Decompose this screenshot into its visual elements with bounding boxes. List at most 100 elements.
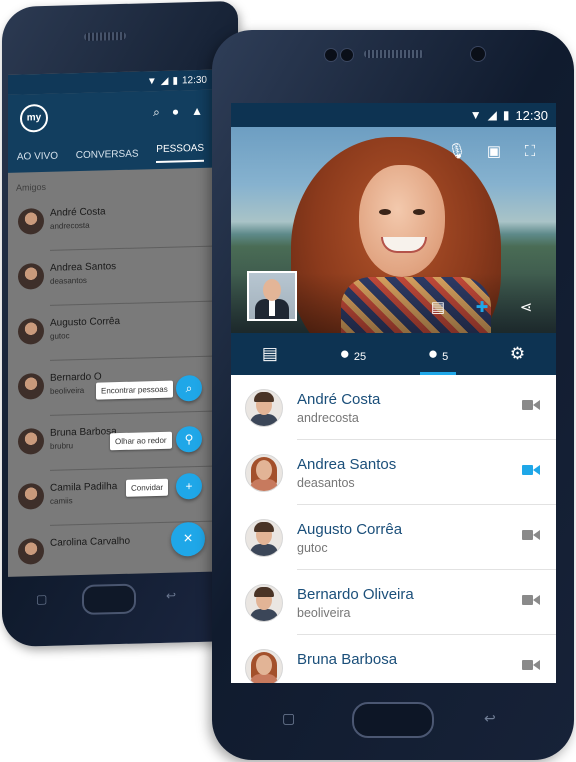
contact-name: Bruna Barbosa	[50, 426, 117, 439]
contact-username: beoliveira	[297, 606, 351, 620]
invite-label[interactable]: Convidar	[126, 478, 169, 497]
contact-username: camiis	[50, 496, 73, 506]
contact-username: deasantos	[297, 476, 355, 490]
video-call-icon[interactable]	[522, 529, 540, 541]
contact-username: gutoc	[50, 331, 70, 341]
contact-username: beoliveira	[50, 385, 85, 396]
back-icon[interactable]: ↩	[484, 710, 496, 727]
battery-icon: ▮	[172, 74, 178, 87]
list-item[interactable]: Augusto Corrêa gutoc	[8, 302, 213, 362]
bell-icon[interactable]: ▲	[191, 104, 203, 119]
wifi-icon: ▼	[469, 108, 482, 122]
avatar	[245, 454, 283, 492]
search-icon[interactable]: ⌕	[153, 105, 160, 120]
chat-icon[interactable]: ▤	[427, 297, 449, 319]
gear-icon: ⚙	[509, 344, 526, 363]
tab-friends[interactable]: ● 25	[332, 333, 375, 375]
home-button[interactable]	[352, 702, 434, 738]
microphone-icon[interactable]: 🎙︎	[446, 141, 468, 163]
contact-name: Andrea Santos	[297, 456, 397, 473]
table-row[interactable]: Bernardo Oliveira beoliveira	[231, 570, 556, 635]
signal-icon: ◢	[487, 108, 497, 122]
online-count: 5	[442, 351, 449, 363]
tab-settings[interactable]: ⚙	[502, 333, 533, 375]
tab-conversations[interactable]: ▤	[254, 333, 286, 375]
avatar	[245, 649, 283, 683]
conversations-icon: ▤	[261, 344, 278, 363]
table-row[interactable]: André Costa andrecosta	[231, 375, 556, 440]
list-item[interactable]: André Costa andrecosta	[8, 192, 213, 252]
tab-bar: AO VIVO CONVERSAS PESSOAS	[8, 136, 213, 173]
sensor	[324, 48, 338, 62]
contact-username: andrecosta	[50, 220, 90, 231]
friends-count: 25	[353, 351, 367, 363]
avatar	[18, 427, 44, 455]
avatar	[18, 207, 44, 235]
contact-username: brubru	[50, 441, 74, 451]
sensor	[340, 48, 354, 62]
friends-icon: ●	[339, 344, 350, 363]
contact-username: andrecosta	[297, 411, 359, 425]
status-time: 12:30	[515, 107, 548, 123]
video-call-icon[interactable]	[522, 594, 540, 606]
contact-name: Augusto Corrêa	[50, 315, 121, 329]
table-row[interactable]: Bruna Barbosa	[231, 635, 556, 683]
video-call-icon[interactable]	[522, 464, 540, 476]
list-item[interactable]: Andrea Santos deasantos	[8, 247, 213, 307]
recent-apps-icon[interactable]: ▢	[282, 710, 295, 727]
avatar	[18, 537, 44, 565]
avatar	[245, 389, 283, 427]
speaker-grill	[364, 50, 424, 58]
avatar	[245, 519, 283, 557]
avatar	[18, 372, 44, 400]
signal-icon: ◢	[160, 75, 169, 87]
front-camera	[470, 46, 486, 62]
video-call-icon[interactable]	[522, 399, 540, 411]
speaker-grill	[84, 31, 126, 41]
contact-name: Bernardo O	[50, 371, 102, 384]
video-call-icon[interactable]	[522, 659, 540, 671]
back-icon[interactable]: ↩	[166, 589, 176, 603]
wifi-icon: ▼	[146, 75, 157, 87]
self-view-thumbnail[interactable]	[247, 271, 297, 321]
switch-camera-icon[interactable]: ▣	[483, 141, 505, 163]
fullscreen-icon[interactable]: ⛶	[519, 141, 541, 163]
front-phone: ▼ ◢ ▮ 12:30 🎙︎ ▣ ⛶ ▤ ✚ ⋖ ▤ ● 25 ● 5 ⚙ An…	[212, 30, 574, 760]
people-toolbar: ▤ ● 25 ● 5 ⚙	[231, 333, 556, 375]
tab-conversas[interactable]: CONVERSAS	[76, 148, 139, 161]
table-row[interactable]: Andrea Santos deasantos	[231, 440, 556, 505]
avatar	[18, 262, 44, 290]
contact-name: Bruna Barbosa	[297, 651, 398, 668]
online-people-icon: ●	[427, 344, 439, 363]
contact-name: Carolina Carvalho	[50, 535, 131, 549]
avatar	[18, 482, 44, 510]
find-people-label[interactable]: Encontrar pessoas	[96, 380, 173, 400]
table-row[interactable]: Augusto Corrêa gutoc	[231, 505, 556, 570]
contact-name: Camila Padilha	[50, 481, 118, 494]
tab-ao-vivo[interactable]: AO VIVO	[17, 150, 58, 162]
share-icon[interactable]: ⋖	[515, 297, 537, 319]
battery-icon: ▮	[502, 108, 510, 122]
contact-username: deasantos	[50, 275, 87, 286]
front-phone-screen: ▼ ◢ ▮ 12:30 🎙︎ ▣ ⛶ ▤ ✚ ⋖ ▤ ● 25 ● 5 ⚙ An…	[231, 103, 556, 683]
add-contact-icon[interactable]: ✚	[471, 297, 493, 319]
home-button[interactable]	[82, 583, 136, 615]
look-around-label[interactable]: Olhar ao redor	[110, 431, 172, 451]
status-bar: ▼ ◢ ▮ 12:30	[231, 103, 556, 127]
contact-username: gutoc	[297, 541, 328, 555]
contact-name: André Costa	[297, 391, 381, 408]
tab-pessoas[interactable]: PESSOAS	[156, 142, 205, 163]
recent-apps-icon[interactable]: ▢	[36, 592, 47, 606]
back-phone: ▼ ◢ ▮ 12:30 my ⌕ ● ▲ AO VIVO CONVERSAS P…	[2, 0, 238, 648]
video-call-view[interactable]: 🎙︎ ▣ ⛶ ▤ ✚ ⋖	[231, 127, 556, 333]
profile-icon[interactable]: ●	[172, 104, 179, 119]
avatar	[245, 584, 283, 622]
back-phone-screen: ▼ ◢ ▮ 12:30 my ⌕ ● ▲ AO VIVO CONVERSAS P…	[8, 69, 213, 577]
status-time: 12:30	[181, 74, 207, 86]
contact-name: Bernardo Oliveira	[297, 586, 414, 603]
contact-name: Andrea Santos	[50, 261, 117, 274]
avatar	[18, 317, 44, 345]
app-logo: my	[20, 103, 48, 133]
tab-online[interactable]: ● 5	[419, 333, 457, 375]
app-header: my ⌕ ● ▲ AO VIVO CONVERSAS PESSOAS	[8, 89, 213, 173]
